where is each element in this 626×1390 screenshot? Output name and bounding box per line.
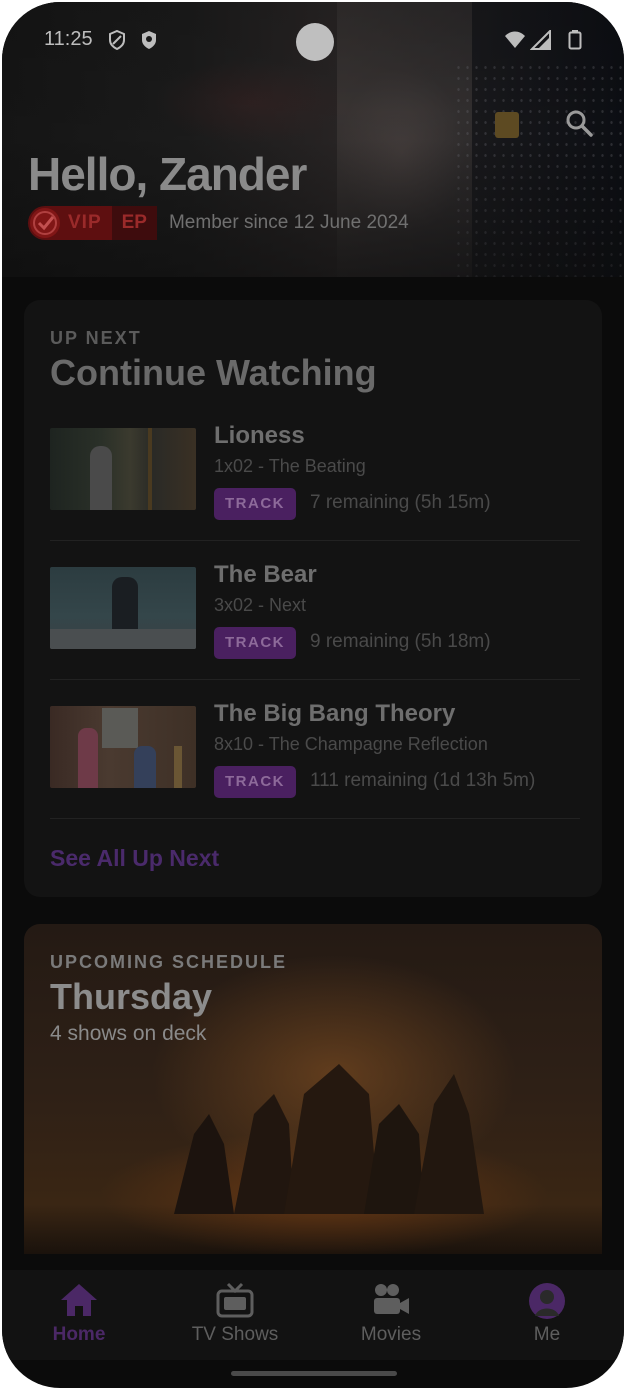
remaining-count: 111 remaining (1d 13h 5m) — [310, 770, 536, 791]
track-button[interactable]: TRACK — [214, 627, 296, 659]
episode-label: 8x10 - The Champagne Reflection — [214, 734, 488, 754]
front-camera — [296, 23, 334, 61]
schedule-overline: UPCOMING SCHEDULE — [50, 952, 288, 972]
remaining-count: 7 remaining (5h 15m) — [310, 492, 491, 513]
schedule-count: 4 shows on deck — [50, 1022, 207, 1045]
divider — [50, 540, 580, 541]
nav-tv-shows[interactable]: TV Shows — [165, 1282, 305, 1352]
show-title[interactable]: The Bear — [214, 561, 317, 589]
movie-camera-icon — [374, 1284, 409, 1314]
show-thumbnail[interactable] — [50, 706, 196, 788]
poster-thumbnail[interactable] — [495, 112, 519, 138]
vip-badge[interactable]: VIP — [28, 206, 112, 240]
nav-label: Movies — [360, 1324, 422, 1345]
list-item[interactable]: Lioness 1x02 - The Beating TRACK 7 remai… — [50, 422, 580, 566]
nav-label: Me — [533, 1324, 561, 1345]
check-badge-icon — [30, 208, 60, 238]
home-icon — [61, 1284, 97, 1316]
remaining-count: 9 remaining (5h 18m) — [310, 631, 491, 652]
signal-icon — [530, 30, 551, 50]
nav-home[interactable]: Home — [9, 1282, 149, 1352]
vip-label: VIP — [68, 212, 102, 233]
membership-badges: VIP EP Member since 12 June 2024 — [28, 205, 409, 241]
divider — [50, 818, 580, 819]
upcoming-schedule-card[interactable]: UPCOMING SCHEDULE Thursday 4 shows on de… — [24, 924, 602, 1254]
vpn-shield-icon — [142, 31, 156, 49]
show-title[interactable]: The Big Bang Theory — [214, 700, 455, 728]
section-title: Continue Watching — [50, 352, 377, 393]
schedule-day: Thursday — [50, 976, 213, 1017]
show-thumbnail[interactable] — [50, 567, 196, 649]
bottom-navigation: Home TV Shows Movies Me — [2, 1270, 624, 1360]
list-item[interactable]: The Big Bang Theory 8x10 - The Champagne… — [50, 700, 580, 844]
battery-icon — [568, 30, 582, 50]
nav-label: TV Shows — [191, 1324, 279, 1345]
show-thumbnail[interactable] — [50, 428, 196, 510]
episode-label: 1x02 - The Beating — [214, 456, 366, 476]
greeting-title: Hello, Zander — [28, 148, 307, 200]
nav-movies[interactable]: Movies — [321, 1282, 461, 1352]
tv-icon — [216, 1282, 254, 1318]
status-time: 11:25 — [44, 28, 93, 50]
divider — [50, 679, 580, 680]
continue-watching-card: UP NEXT Continue Watching Lioness 1x02 -… — [24, 300, 602, 897]
wifi-icon — [505, 31, 525, 48]
schedule-artwork — [174, 1064, 484, 1214]
search-icon[interactable] — [564, 108, 594, 138]
home-indicator[interactable] — [231, 1371, 397, 1376]
nav-me[interactable]: Me — [477, 1282, 617, 1352]
track-button[interactable]: TRACK — [214, 488, 296, 520]
member-since: Member since 12 June 2024 — [168, 212, 409, 233]
phone-screen: 11:25 Hello, Zander VIP EP Member since … — [2, 2, 624, 1388]
show-title[interactable]: Lioness — [214, 422, 305, 450]
see-all-up-next-link[interactable]: See All Up Next — [50, 845, 219, 872]
list-item[interactable]: The Bear 3x02 - Next TRACK 9 remaining (… — [50, 561, 580, 705]
section-overline: UP NEXT — [50, 328, 142, 348]
ep-badge: EP — [111, 206, 157, 240]
episode-label: 3x02 - Next — [214, 595, 307, 615]
shield-icon — [109, 30, 125, 50]
nav-label: Home — [52, 1324, 106, 1345]
avatar — [529, 1283, 565, 1319]
track-button[interactable]: TRACK — [214, 766, 296, 798]
